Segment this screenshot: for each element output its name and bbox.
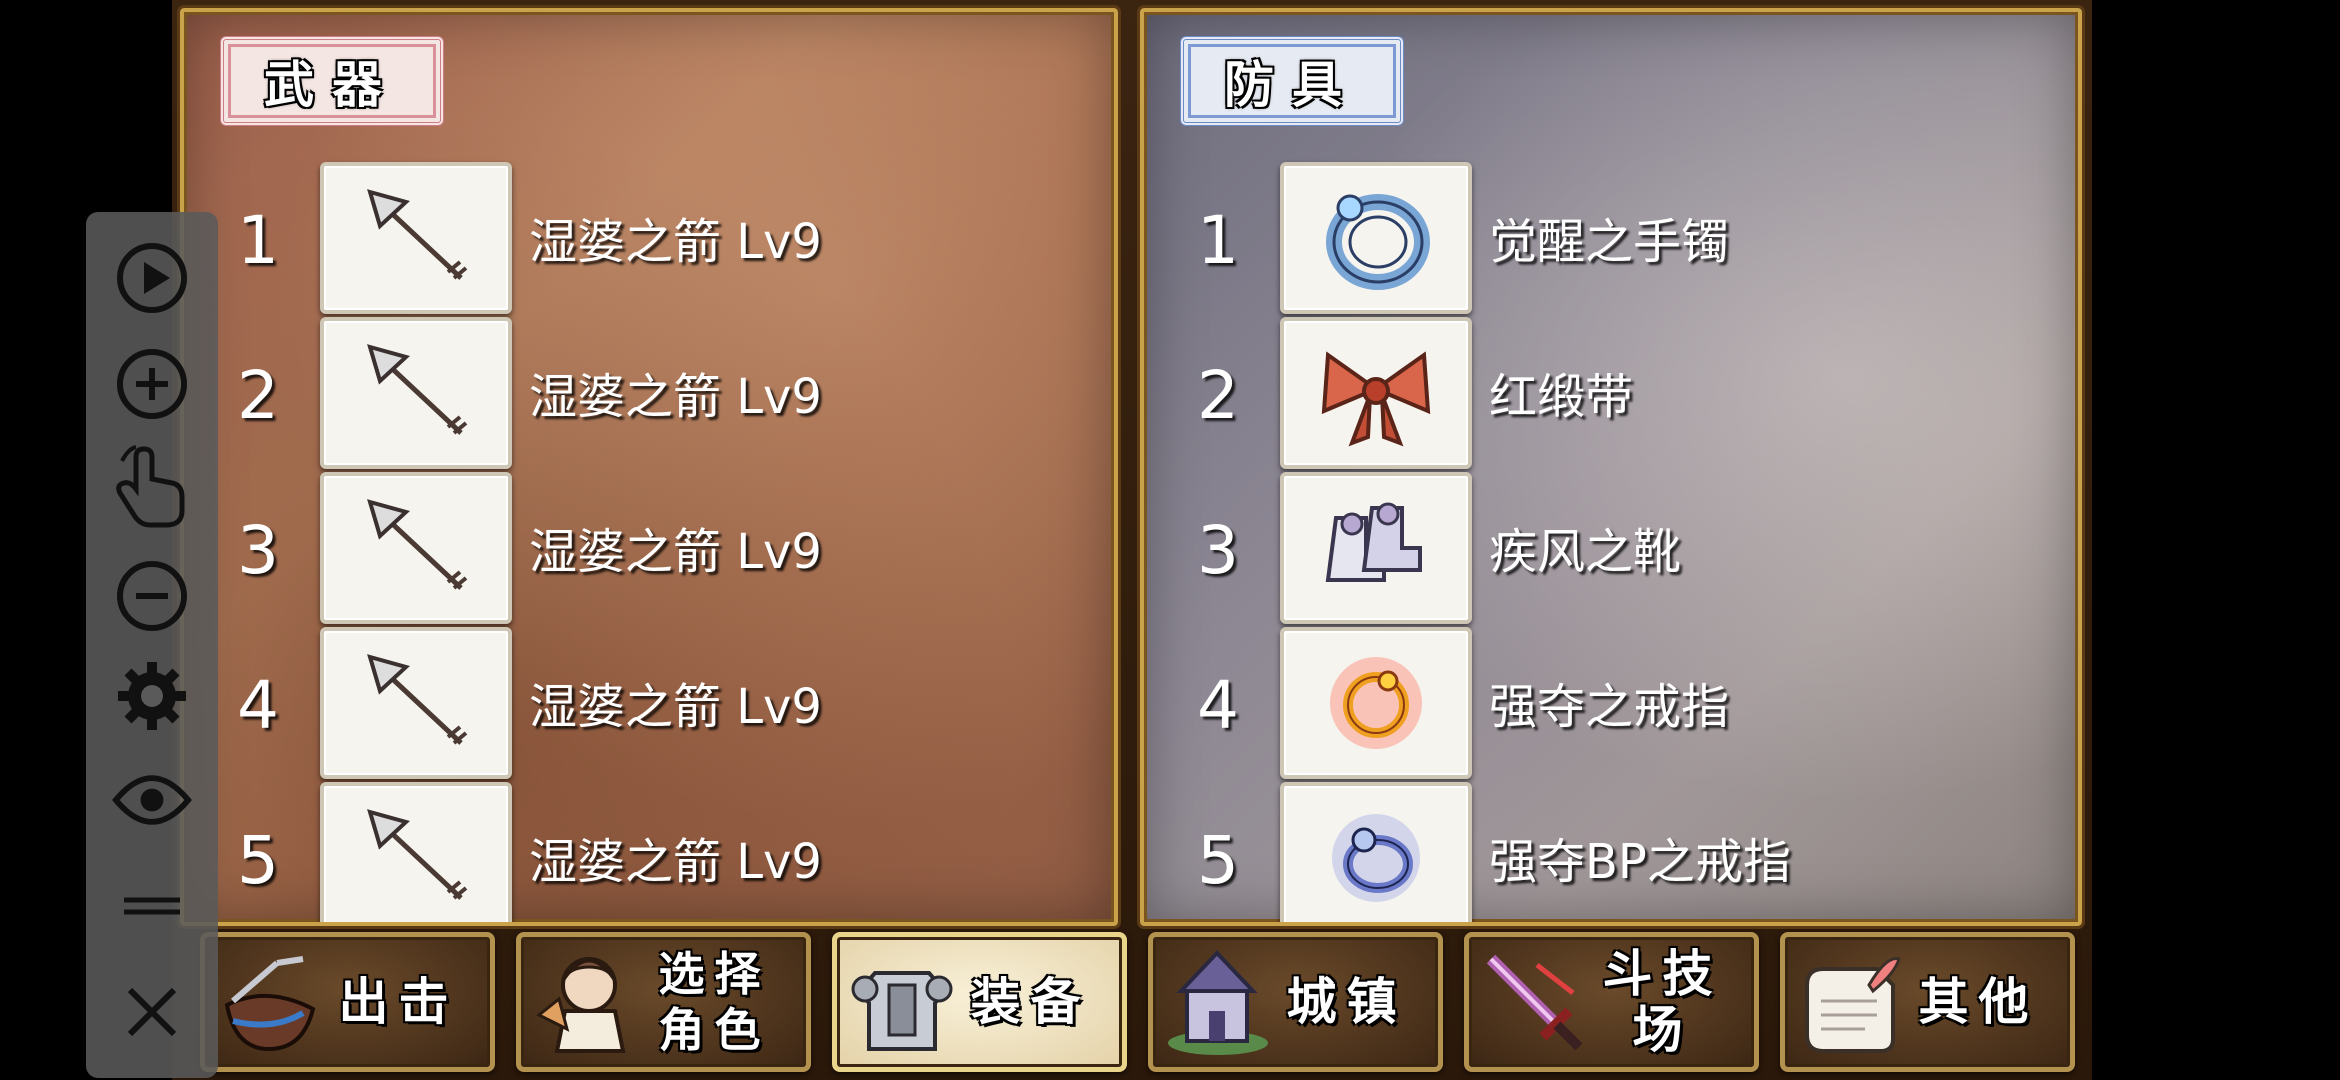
armor-name: 觉醒之手镯	[1489, 214, 1730, 270]
slot-number: 4	[1197, 667, 1239, 744]
arrow-icon[interactable]	[320, 317, 512, 469]
arrow-icon[interactable]	[320, 472, 512, 624]
tab-equipment[interactable]: 装备	[832, 932, 1127, 1072]
overlay-toolbar	[86, 212, 218, 1078]
play-icon[interactable]	[112, 238, 192, 318]
bp-ring-icon[interactable]	[1280, 782, 1472, 922]
tab-sortie[interactable]: 出击	[200, 932, 495, 1072]
slot-number: 3	[237, 512, 279, 589]
ribbon-icon[interactable]	[1280, 317, 1472, 469]
armor-name: 强夺BP之戒指	[1489, 834, 1791, 890]
slot-number: 1	[1197, 202, 1239, 279]
settings-icon[interactable]	[112, 656, 192, 736]
tab-other-label: 其他	[1918, 973, 2039, 1031]
slot-number: 5	[237, 822, 279, 899]
eye-icon[interactable]	[112, 760, 192, 840]
weapon-panel-title: 武器	[220, 36, 444, 126]
arrow-icon[interactable]	[320, 627, 512, 779]
tab-select-character[interactable]: 选择 角色	[516, 932, 811, 1072]
tap-gesture-icon[interactable]	[112, 445, 192, 528]
tab-town-label: 城镇	[1286, 973, 1407, 1031]
slot-number: 2	[237, 357, 279, 434]
armor-slot-3[interactable]: 3 疾风之靴	[1144, 472, 2078, 624]
weapon-name: 湿婆之箭 Lv9	[529, 214, 822, 270]
armor-slot-5[interactable]: 5 强夺BP之戒指	[1144, 782, 2078, 922]
tab-equipment-label: 装备	[970, 973, 1091, 1031]
tab-arena[interactable]: 斗技场	[1464, 932, 1759, 1072]
slot-number: 4	[237, 667, 279, 744]
armor-panel: 防具 1 觉醒之手镯 2 红缎带 3 疾风之靴 4 强夺之戒指 5 强夺BP之戒…	[1137, 5, 2085, 929]
slot-number: 2	[1197, 357, 1239, 434]
drag-handle-icon[interactable]	[112, 866, 192, 946]
armor-name: 强夺之戒指	[1489, 679, 1730, 735]
armor-slot-2[interactable]: 2 红缎带	[1144, 317, 2078, 469]
weapon-slot-2[interactable]: 2 湿婆之箭 Lv9	[184, 317, 1114, 469]
character-icon	[529, 945, 643, 1059]
bracelet-icon[interactable]	[1280, 162, 1472, 314]
slot-number: 1	[237, 202, 279, 279]
weapon-slot-4[interactable]: 4 湿婆之箭 Lv9	[184, 627, 1114, 779]
weapon-name: 湿婆之箭 Lv9	[529, 679, 822, 735]
scroll-icon	[1793, 945, 1907, 1059]
armor-equip-icon	[845, 945, 959, 1059]
weapon-name: 湿婆之箭 Lv9	[529, 524, 822, 580]
zoom-out-icon[interactable]	[112, 556, 192, 636]
weapon-slot-1[interactable]: 1 湿婆之箭 Lv9	[184, 162, 1114, 314]
sortie-icon	[213, 945, 327, 1059]
weapon-slot-3[interactable]: 3 湿婆之箭 Lv9	[184, 472, 1114, 624]
tab-town[interactable]: 城镇	[1148, 932, 1443, 1072]
armor-name: 疾风之靴	[1489, 524, 1682, 580]
zoom-in-icon[interactable]	[112, 344, 192, 424]
sword-icon	[1477, 945, 1591, 1059]
weapon-panel: 武器 1 湿婆之箭 Lv9 2 湿婆之箭 Lv9 3 湿婆之箭 Lv9 4 湿婆…	[177, 5, 1121, 929]
arrow-icon[interactable]	[320, 782, 512, 922]
town-icon	[1161, 945, 1275, 1059]
weapon-slot-5[interactable]: 5 湿婆之箭 Lv9	[184, 782, 1114, 922]
ring-icon[interactable]	[1280, 627, 1472, 779]
bottom-nav: 出击 选择 角色 装备 城镇 斗技场 其他	[172, 926, 2092, 1080]
slot-number: 5	[1197, 822, 1239, 899]
arrow-icon[interactable]	[320, 162, 512, 314]
tab-select-character-label: 选择 角色	[658, 947, 771, 1057]
tab-sortie-label: 出击	[338, 973, 459, 1031]
weapon-name: 湿婆之箭 Lv9	[529, 369, 822, 425]
weapon-name: 湿婆之箭 Lv9	[529, 834, 822, 890]
armor-slot-4[interactable]: 4 强夺之戒指	[1144, 627, 2078, 779]
armor-name: 红缎带	[1489, 369, 1634, 425]
close-icon[interactable]	[112, 972, 192, 1052]
armor-slot-1[interactable]: 1 觉醒之手镯	[1144, 162, 2078, 314]
boots-icon[interactable]	[1280, 472, 1472, 624]
tab-other[interactable]: 其他	[1780, 932, 2075, 1072]
slot-number: 3	[1197, 512, 1239, 589]
game-screen: 武器 1 湿婆之箭 Lv9 2 湿婆之箭 Lv9 3 湿婆之箭 Lv9 4 湿婆…	[172, 0, 2092, 1080]
armor-panel-title: 防具	[1180, 36, 1404, 126]
tab-arena-label: 斗技场	[1602, 945, 1723, 1059]
